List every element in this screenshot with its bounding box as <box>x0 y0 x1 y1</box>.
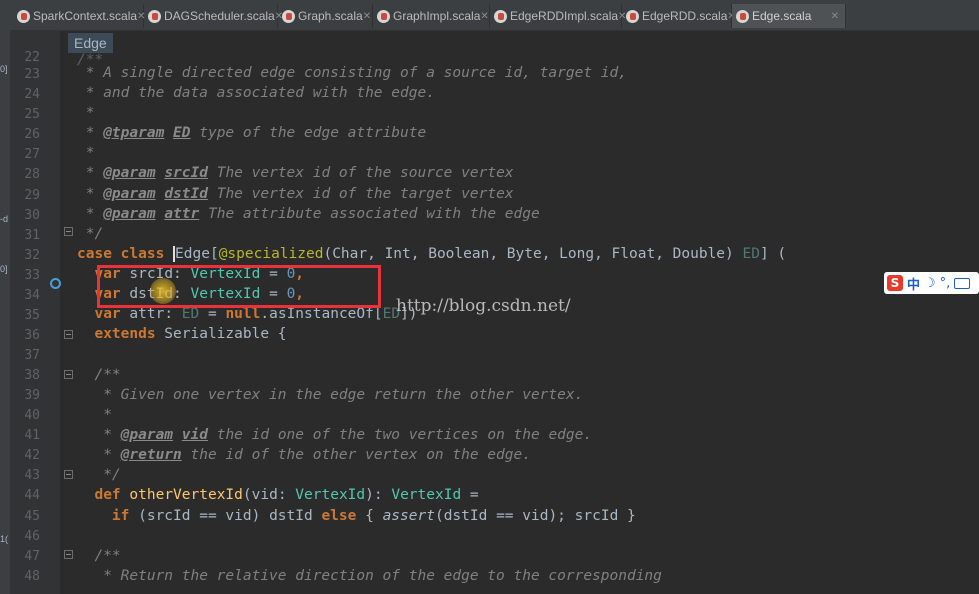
text-cursor: Edge <box>173 246 210 262</box>
line-number: 42 <box>24 448 40 463</box>
code-line: * <box>77 105 95 121</box>
line-number: 31 <box>24 228 40 243</box>
chinese-mode-icon[interactable]: 中 <box>907 274 920 293</box>
line-number: 24 <box>24 87 40 102</box>
code-line: * Return the relative direction of the e… <box>77 568 662 584</box>
line-number: 34 <box>24 288 40 303</box>
line-number: 46 <box>24 529 40 544</box>
code-line: extends Serializable { <box>94 326 287 342</box>
code-line: * and the data associated with the edge. <box>77 85 435 101</box>
line-number: 30 <box>24 208 40 223</box>
ime-toolbar[interactable]: S 中 ☽ °, <box>884 272 979 294</box>
code-line: if (srcId == vid) dstId else { assert(ds… <box>111 508 636 524</box>
line-number: 48 <box>24 569 40 584</box>
code-line: */ <box>77 226 104 242</box>
code-line: * <box>77 407 112 423</box>
scala-file-icon <box>148 9 161 23</box>
line-number: 26 <box>24 127 40 142</box>
code-line: * @param vid the id one of the two verti… <box>77 427 593 443</box>
code-line: case class Edge[@specialized(Char, Int, … <box>77 246 787 262</box>
line-number: 41 <box>24 428 40 443</box>
implementation-gutter-icon[interactable] <box>50 278 61 289</box>
code-line: * <box>77 145 95 161</box>
code-line: /** <box>77 367 121 383</box>
line-gutter[interactable]: 22 23 24 26 25 27 28 29 30 31 32 33 34 3… <box>10 30 61 594</box>
tab-graph[interactable]: Graph.scala ✕ <box>278 4 373 28</box>
close-icon[interactable]: ✕ <box>831 11 839 22</box>
tab-graphimpl[interactable]: GraphImpl.scala ✕ <box>373 4 490 28</box>
fold-icon[interactable] <box>64 227 73 236</box>
tab-edgerddimpl[interactable]: EdgeRDDImpl.scala ✕ <box>490 4 626 28</box>
line-number: 36 <box>24 328 40 343</box>
code-line: */ <box>77 467 121 483</box>
code-line: * A single directed edge consisting of a… <box>77 65 627 81</box>
code-line: /** <box>77 548 121 564</box>
project-panel-edge: 0] -d 0] 1( <box>0 30 10 594</box>
sogou-logo-icon: S <box>887 275 903 291</box>
scala-file-icon <box>377 9 390 23</box>
line-number: 45 <box>24 509 40 524</box>
code-line: * @param attr The attribute associated w… <box>77 206 540 222</box>
close-icon[interactable]: ✕ <box>363 11 371 22</box>
line-number: 43 <box>24 468 40 483</box>
line-number: 25 <box>24 107 40 122</box>
code-line: def otherVertexId(vid: VertexId): Vertex… <box>94 487 479 503</box>
highlight-box <box>97 265 381 308</box>
line-number: 47 <box>24 549 40 564</box>
fold-icon[interactable] <box>64 370 73 379</box>
tab-dagscheduler[interactable]: DAGScheduler.scala ✕ <box>144 4 283 28</box>
line-number: 23 <box>24 67 40 82</box>
tab-edgerdd[interactable]: EdgeRDD.scala✕ <box>622 4 736 28</box>
fold-icon[interactable] <box>64 330 73 339</box>
line-number: 28 <box>24 167 40 182</box>
watermark: http://blog.csdn.net/ <box>396 296 571 316</box>
line-number: 38 <box>24 368 40 383</box>
code-line: * Given one vertex in the edge return th… <box>77 387 584 403</box>
tab-sparkcontext[interactable]: SparkContext.scala ✕ <box>13 4 145 28</box>
code-line: * @param dstId The vertex id of the targ… <box>77 186 514 202</box>
keyboard-icon[interactable] <box>954 277 971 289</box>
tab-edge[interactable]: Edge.scala ✕ <box>732 4 846 28</box>
scala-file-icon <box>494 9 507 23</box>
line-number: 27 <box>24 147 40 162</box>
code-line: * @param srcId The vertex id of the sour… <box>77 165 514 181</box>
close-icon[interactable]: ✕ <box>480 11 488 22</box>
scala-file-icon <box>626 9 639 23</box>
scala-file-icon <box>17 9 30 23</box>
mouse-cursor-highlight <box>150 278 176 304</box>
punctuation-icon[interactable]: °, <box>940 276 951 291</box>
half-width-icon[interactable]: ☽ <box>924 276 936 291</box>
code-line: var attr: ED = null.asInstanceOf[ED]) <box>94 306 418 322</box>
line-number: 39 <box>24 388 40 403</box>
fold-icon[interactable] <box>64 550 73 559</box>
breadcrumb[interactable]: Edge <box>68 33 113 53</box>
line-number: 35 <box>24 308 40 323</box>
line-number: 29 <box>24 188 40 203</box>
line-number: 37 <box>24 348 40 363</box>
scala-file-icon <box>736 9 749 23</box>
code-line: * @return the id of the other vertex on … <box>77 447 531 463</box>
line-number: 33 <box>24 268 40 283</box>
line-number: 22 <box>24 50 40 65</box>
line-number: 32 <box>24 248 40 263</box>
scala-file-icon <box>282 9 295 23</box>
code-line: * @tparam ED type of the edge attribute <box>77 125 427 141</box>
line-number: 40 <box>24 408 40 423</box>
fold-icon[interactable] <box>64 470 73 479</box>
line-number: 44 <box>24 488 40 503</box>
editor-tab-bar: SparkContext.scala ✕ DAGScheduler.scala ✕ … <box>0 0 979 31</box>
